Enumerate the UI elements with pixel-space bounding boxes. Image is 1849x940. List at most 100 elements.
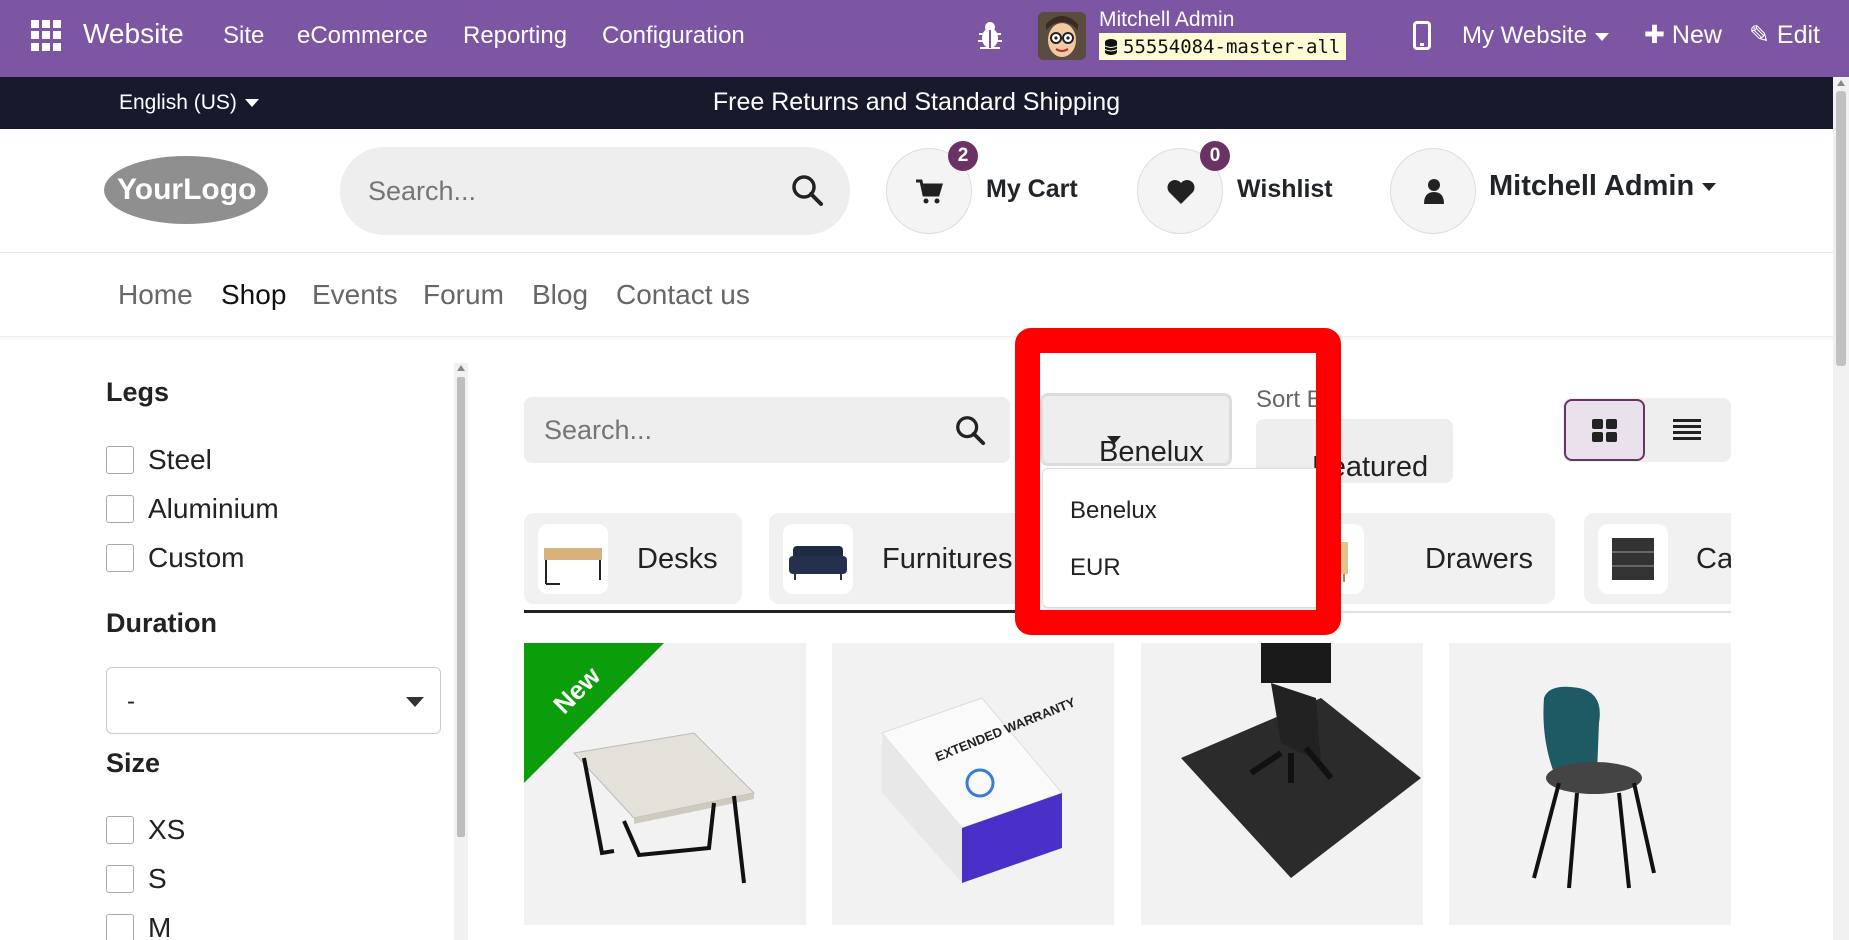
filter-label-steel[interactable]: Steel (148, 444, 212, 476)
duration-select[interactable]: - (106, 667, 441, 734)
app-title[interactable]: Website (83, 18, 184, 50)
product-card[interactable] (1449, 643, 1731, 925)
filter-label-m[interactable]: M (148, 912, 171, 940)
user-dropdown-label: Mitchell Admin (1489, 170, 1695, 202)
filter-title-size: Size (106, 748, 161, 778)
cart-count-badge: 2 (948, 141, 978, 171)
database-badge: 55554084-master-all (1099, 33, 1347, 60)
nav-contact-us[interactable]: Contact us (616, 279, 750, 311)
user-account-button[interactable] (1390, 148, 1476, 234)
logo-text: YourLogo (117, 173, 256, 206)
header-search (340, 147, 850, 235)
filter-checkbox-xs[interactable] (106, 816, 134, 844)
main-navigation: Home Shop Events Forum Blog Contact us (0, 253, 1833, 337)
product-card[interactable] (1141, 643, 1423, 925)
category-furnitures[interactable]: Furnitures (769, 513, 1029, 604)
grid-view-button[interactable] (1564, 399, 1645, 461)
filter-checkbox-steel[interactable] (106, 446, 134, 474)
cabinet-thumbnail-icon (1598, 524, 1668, 594)
list-icon (1673, 419, 1701, 440)
list-view-button[interactable] (1647, 399, 1729, 461)
filter-checkbox-m[interactable] (106, 914, 134, 940)
database-icon (1105, 38, 1117, 55)
ribbon-label: New (547, 660, 607, 720)
nav-forum[interactable]: Forum (423, 279, 504, 311)
filter-title-duration: Duration (106, 608, 217, 638)
cart-label[interactable]: My Cart (986, 175, 1078, 204)
user-dropdown[interactable]: Mitchell Admin (1489, 170, 1717, 203)
admin-bar: Website Site eCommerce Reporting Configu… (0, 0, 1849, 77)
header-search-input[interactable] (368, 169, 768, 213)
office-chair-mat-image (1181, 643, 1421, 878)
view-toggle (1563, 398, 1731, 462)
chevron-down-icon (1594, 32, 1609, 41)
sofa-thumbnail-icon (783, 524, 853, 594)
page-scrollbar-thumb[interactable] (1836, 91, 1846, 366)
menu-configuration[interactable]: Configuration (602, 22, 745, 50)
filter-label-s[interactable]: S (148, 863, 167, 895)
heart-icon (1167, 180, 1195, 204)
category-cabinets[interactable]: Ca (1584, 513, 1731, 604)
edit-button-label: Edit (1776, 21, 1820, 49)
product-search (524, 397, 1010, 463)
sidebar-scrollbar[interactable] (454, 363, 468, 940)
product-card[interactable]: EXTENDED WARRANTY (832, 643, 1114, 925)
wishlist-label[interactable]: Wishlist (1237, 175, 1333, 204)
admin-user-name[interactable]: Mitchell Admin (1099, 8, 1234, 32)
menu-ecommerce[interactable]: eCommerce (297, 22, 428, 50)
filter-checkbox-aluminium[interactable] (106, 495, 134, 523)
category-label: Desks (637, 543, 718, 575)
filter-label-xs[interactable]: XS (148, 814, 185, 846)
annotation-highlight-box (1015, 328, 1341, 635)
user-icon (1424, 179, 1444, 204)
debug-bug-icon[interactable] (977, 20, 1003, 52)
scroll-up-arrow-icon[interactable] (457, 365, 465, 371)
product-filters-sidebar: Legs Steel Aluminium Custom Duration - S… (0, 340, 470, 940)
desk-thumbnail-icon (538, 524, 608, 594)
company-logo[interactable]: YourLogo (103, 155, 269, 225)
user-avatar[interactable] (1038, 12, 1086, 60)
menu-site[interactable]: Site (223, 22, 264, 50)
filter-checkbox-custom[interactable] (106, 544, 134, 572)
announcement-bar: English (US) Free Returns and Standard S… (0, 77, 1833, 129)
product-search-input[interactable] (544, 410, 924, 450)
category-label: Drawers (1425, 543, 1533, 575)
dining-chair-image (1532, 686, 1656, 889)
website-switcher-label: My Website (1462, 22, 1587, 49)
apps-menu-icon[interactable] (31, 20, 62, 51)
chevron-down-icon (406, 697, 424, 707)
plus-icon: ✚ (1644, 21, 1672, 49)
filter-label-custom[interactable]: Custom (148, 542, 244, 574)
sidebar-scrollbar-thumb[interactable] (457, 377, 465, 837)
filter-title-legs: Legs (106, 377, 170, 407)
category-label: Furnitures (882, 543, 1013, 575)
category-desks[interactable]: Desks (524, 513, 742, 604)
search-icon[interactable] (954, 414, 986, 446)
new-button[interactable]: ✚ New (1644, 20, 1722, 50)
new-ribbon: New (524, 643, 664, 783)
page: Website Site eCommerce Reporting Configu… (0, 0, 1849, 940)
grid-icon (1592, 419, 1617, 442)
mobile-preview-icon[interactable] (1413, 21, 1431, 50)
menu-reporting[interactable]: Reporting (463, 22, 567, 50)
edit-button[interactable]: ✎ Edit (1749, 20, 1820, 50)
category-label: Ca (1696, 543, 1731, 575)
scroll-up-arrow-icon[interactable] (1837, 80, 1845, 86)
product-card[interactable]: New (524, 643, 806, 925)
nav-shop[interactable]: Shop (221, 279, 286, 311)
announcement-text: Free Returns and Standard Shipping (712, 88, 1121, 116)
chevron-down-icon (1702, 183, 1717, 192)
wishlist-count-badge: 0 (1200, 141, 1230, 171)
website-switcher[interactable]: My Website (1462, 22, 1609, 50)
nav-events[interactable]: Events (312, 279, 398, 311)
search-icon[interactable] (790, 173, 824, 207)
filter-label-aluminium[interactable]: Aluminium (148, 493, 279, 525)
site-header: YourLogo 2 My Cart 0 Wishlist (0, 129, 1833, 253)
duration-select-value: - (127, 688, 135, 715)
nav-home[interactable]: Home (118, 279, 193, 311)
filter-checkbox-s[interactable] (106, 865, 134, 893)
nav-blog[interactable]: Blog (532, 279, 588, 311)
warranty-box-image: EXTENDED WARRANTY (881, 694, 1078, 883)
page-scrollbar[interactable] (1833, 77, 1849, 940)
cart-icon (916, 179, 943, 204)
